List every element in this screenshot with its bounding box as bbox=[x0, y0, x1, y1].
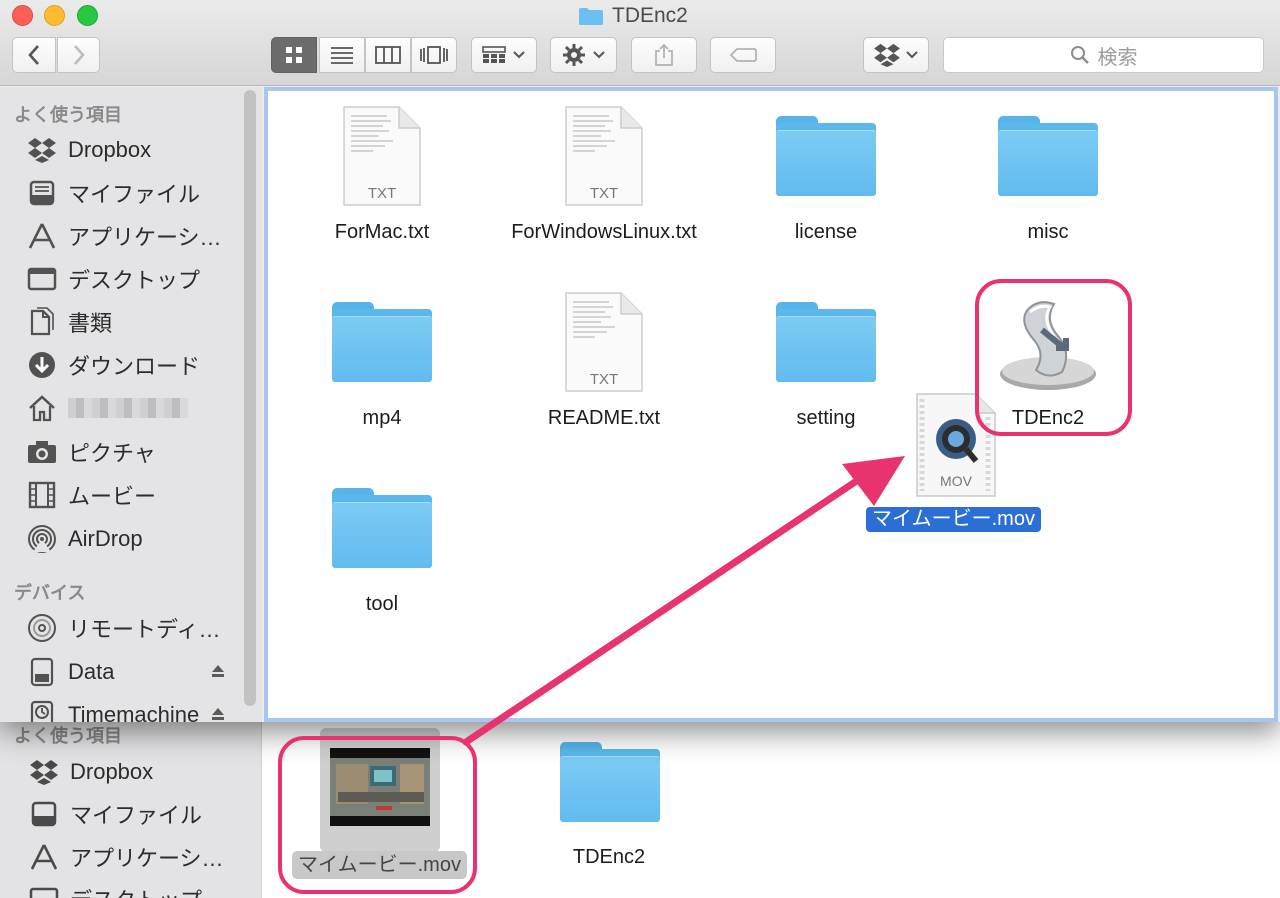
drag-arrow-annotation bbox=[462, 456, 905, 746]
desktop: よく使う項目 Dropbox マイファイル アプリケーシ… デスクトップ bbox=[0, 0, 1280, 898]
